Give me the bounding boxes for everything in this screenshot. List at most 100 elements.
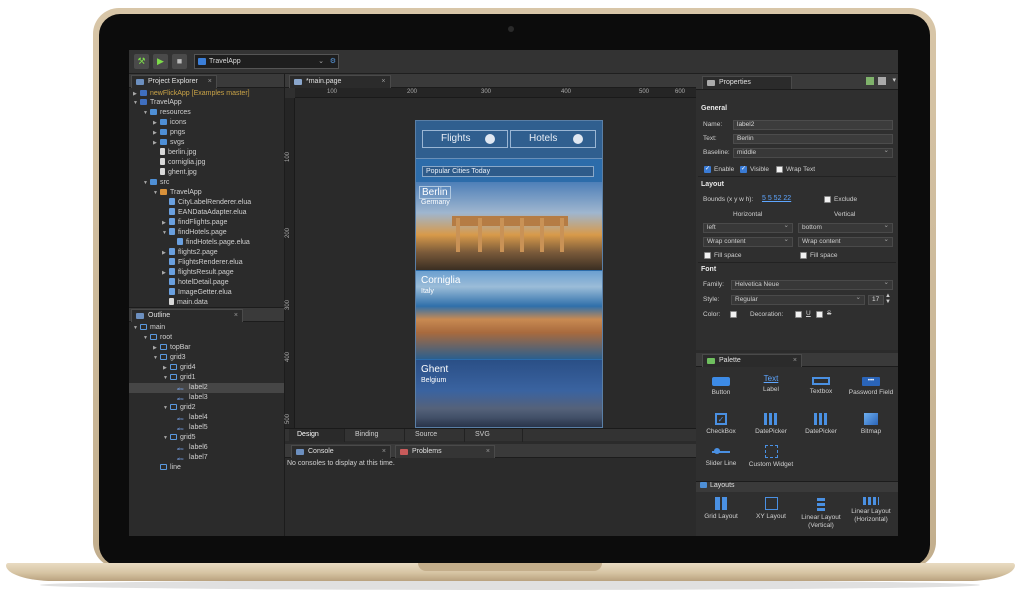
palette-custom-widget[interactable]: Custom Widget [746, 445, 796, 469]
tree-row[interactable]: ▼ findHotels.page [162, 228, 227, 238]
font-size-field[interactable]: 17 [868, 295, 884, 305]
font-family-select[interactable]: Helvetica Neue [731, 279, 893, 290]
stop-button[interactable]: ■ [172, 54, 187, 69]
menu-icon[interactable]: ▾ [892, 76, 896, 84]
baseline-select[interactable]: middle [733, 147, 893, 158]
close-icon[interactable]: × [208, 78, 212, 85]
tab-svg[interactable]: SVG [467, 429, 523, 442]
palette-checkbox[interactable]: ✓ CheckBox [696, 413, 746, 436]
palette-slider-line[interactable]: Slider Line [696, 445, 746, 468]
city-name[interactable]: Berlin [419, 186, 451, 199]
palette-datepicker[interactable]: DatePicker [746, 413, 796, 436]
horizontal-align-select[interactable]: left [703, 222, 793, 233]
close-icon[interactable]: × [793, 355, 797, 367]
palette-bitmap[interactable]: Bitmap [846, 413, 896, 436]
tree-row[interactable]: ImageGetter.elua [169, 288, 232, 298]
tree-row[interactable]: hotelDetail.page [169, 278, 229, 288]
tree-row[interactable]: ▼ resources [143, 108, 191, 118]
run-button[interactable]: ▶ [153, 54, 168, 69]
maximize-icon[interactable] [878, 77, 886, 85]
tree-row[interactable]: ▶ icons [153, 118, 186, 128]
tree-row[interactable]: ▼ TravelApp [133, 98, 182, 108]
tree-row[interactable]: abc label3 [177, 393, 208, 403]
tree-row[interactable]: ▶ topBar [153, 343, 191, 353]
tree-row[interactable]: ▼ root [143, 333, 172, 343]
tree-row[interactable]: CityLabelRenderer.elua [169, 198, 251, 208]
bounds-value[interactable]: 5 5 52 22 [762, 195, 791, 202]
tree-row[interactable]: abc label5 [177, 423, 208, 433]
tree-row[interactable]: findHotels.page.elua [177, 238, 250, 248]
tab-project-explorer[interactable]: Project Explorer × [131, 75, 217, 88]
tree-row[interactable]: line [160, 463, 181, 473]
close-icon[interactable]: × [382, 446, 386, 458]
close-icon[interactable]: × [234, 310, 238, 322]
close-icon[interactable]: × [381, 78, 385, 85]
enable-checkbox[interactable] [704, 165, 711, 173]
tab-console[interactable]: Console × [291, 445, 391, 458]
tree-row[interactable]: abc label7 [177, 453, 208, 463]
palette-button[interactable]: Button [696, 375, 746, 397]
tab-properties[interactable]: Properties [702, 76, 792, 89]
tree-row[interactable]: ▶ grid4 [163, 363, 196, 373]
visible-checkbox[interactable] [740, 165, 747, 173]
v-fill-space-checkbox[interactable] [800, 252, 807, 259]
minimize-icon[interactable] [866, 77, 874, 85]
tree-row[interactable]: ▶ flightsResult.page [162, 268, 234, 278]
tree-row[interactable]: ghent.jpg [160, 168, 197, 178]
tree-row[interactable]: EANDataAdapter.elua [169, 208, 247, 218]
tree-row[interactable]: ▼ main [133, 323, 165, 333]
palette-datepicker-2[interactable]: DatePicker [796, 413, 846, 436]
tree-row[interactable]: berlin.jpg [160, 148, 196, 158]
color-swatch[interactable] [730, 311, 737, 318]
tree-row[interactable]: ▶ svgs [153, 138, 184, 148]
tab-palette[interactable]: Palette × [702, 354, 802, 367]
tab-outline[interactable]: Outline × [131, 309, 243, 322]
font-style-select[interactable]: Regular [731, 294, 865, 305]
design-canvas[interactable]: Flights Hotels Popular Cities Today Berl… [295, 98, 696, 428]
vertical-align-select[interactable]: bottom [798, 222, 893, 233]
tree-row[interactable]: abc label4 [177, 413, 208, 423]
palette-linear-vertical[interactable]: Linear Layout (Vertical) [796, 497, 846, 530]
tree-row[interactable]: corniglia.jpg [160, 158, 205, 168]
app-selector[interactable]: TravelApp ⌄ ⚙ [194, 54, 339, 69]
city-card-berlin[interactable]: Berlin Germany [416, 182, 602, 270]
hotels-tab[interactable]: Hotels [510, 130, 596, 148]
tree-row-selected[interactable]: abc label2 [129, 383, 284, 393]
h-fill-space-checkbox[interactable] [704, 252, 711, 259]
tree-row[interactable]: FlightsRenderer.elua [169, 258, 243, 268]
font-size-stepper[interactable]: ▲ ▼ [885, 293, 891, 305]
tab-binding[interactable]: Binding [347, 429, 405, 442]
palette-password-field[interactable]: ••• Password Field [846, 375, 896, 397]
tab-design[interactable]: Design [289, 429, 345, 442]
tab-problems[interactable]: Problems × [395, 445, 495, 458]
palette-grid-layout[interactable]: Grid Layout [696, 497, 746, 521]
text-field[interactable]: Berlin [733, 134, 893, 144]
tree-row[interactable]: abc label6 [177, 443, 208, 453]
wrap-text-checkbox[interactable] [776, 166, 783, 173]
tree-row[interactable]: ▼ grid2 [163, 403, 196, 413]
city-name[interactable]: Corniglia [419, 275, 462, 286]
palette-linear-horizontal[interactable]: Linear Layout (Horizontal) [846, 497, 896, 524]
build-button[interactable]: ⚒ [134, 54, 149, 69]
tree-row[interactable]: ▼ grid5 [163, 433, 196, 443]
exclude-checkbox[interactable] [824, 196, 831, 203]
palette-textbox[interactable]: Textbox [796, 375, 846, 396]
tree-row[interactable]: ▶ flights2.page [162, 248, 218, 258]
tab-source[interactable]: Source [407, 429, 465, 442]
layouts-header[interactable]: Layouts [696, 481, 898, 492]
city-name[interactable]: Ghent [419, 364, 450, 375]
horizontal-size-select[interactable]: Wrap content [703, 236, 793, 247]
tree-row[interactable]: ▼ src [143, 178, 169, 188]
close-icon[interactable]: × [486, 446, 490, 458]
tree-row[interactable]: ▼ grid1 [163, 373, 196, 383]
underline-checkbox[interactable] [795, 311, 802, 318]
vertical-size-select[interactable]: Wrap content [798, 236, 893, 247]
palette-label[interactable]: Text Label [746, 375, 796, 394]
palette-xy-layout[interactable]: XY Layout [746, 497, 796, 521]
city-card-corniglia[interactable]: Corniglia Italy [416, 271, 602, 359]
tree-row[interactable]: ▼ grid3 [153, 353, 186, 363]
flights-tab[interactable]: Flights [422, 130, 508, 148]
gear-icon[interactable]: ⚙ [330, 55, 336, 68]
tree-row[interactable]: ▶ pngs [153, 128, 185, 138]
tab-main-page[interactable]: *main.page × [289, 75, 391, 88]
